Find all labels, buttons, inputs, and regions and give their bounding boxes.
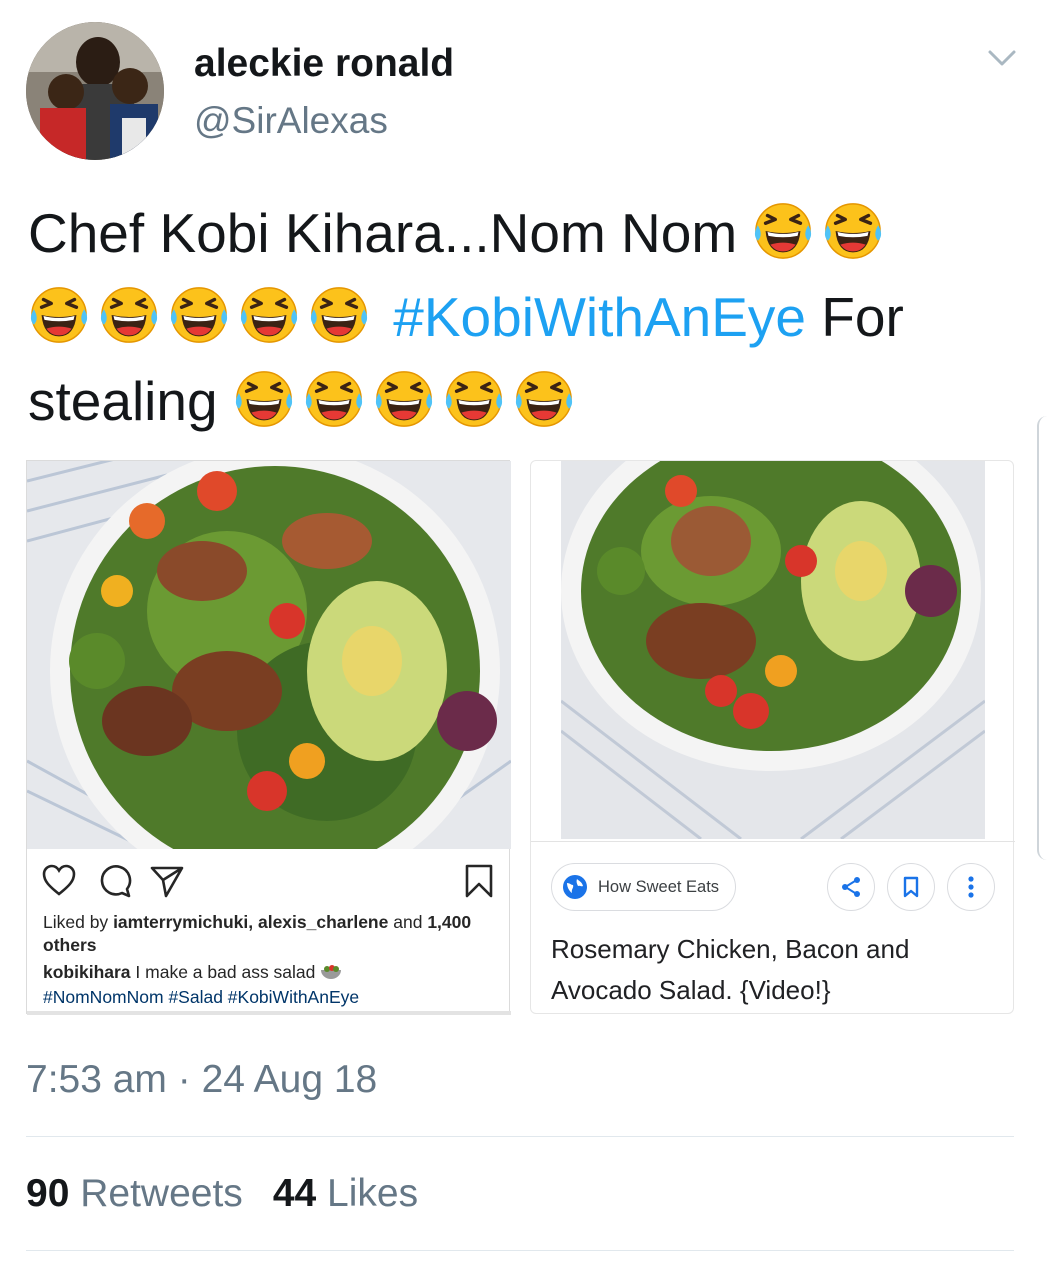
scroll-edge (1037, 416, 1057, 860)
tweet-text-part2: For (821, 286, 904, 348)
laughing-emoji-icon (238, 284, 300, 346)
likes-count[interactable]: 1,400 (427, 912, 471, 932)
laughing-emoji-icon (308, 284, 370, 346)
tweet-text-part3: stealing (28, 370, 218, 432)
laughing-emoji-icon (752, 200, 814, 262)
bookmark-icon[interactable] (461, 863, 497, 899)
laughing-emoji-icon (443, 368, 505, 430)
google-result-screenshot-image[interactable]: How Sweet Eats Rosemary Chicken, Bacon a… (530, 460, 1015, 1014)
likes-count-total: 44 (272, 1172, 317, 1215)
globe-icon (563, 875, 587, 899)
share-icon[interactable] (149, 863, 185, 899)
avatar[interactable] (26, 22, 164, 160)
source-chip[interactable]: How Sweet Eats (551, 863, 737, 911)
likes-and: and (393, 912, 423, 932)
tweet-timestamp[interactable]: 7:53 am · 24 Aug 18 (26, 1058, 377, 1102)
instagram-screenshot-image[interactable]: Liked by iamterrymichuki, alexis_charlen… (26, 460, 511, 1015)
caption-username[interactable]: kobikihara (43, 962, 131, 982)
salad-emoji-icon (320, 963, 342, 986)
instagram-likes: Liked by iamterrymichuki, alexis_charlen… (43, 911, 493, 957)
emoji-group-1 (752, 200, 892, 280)
likes-label: Likes (327, 1172, 419, 1215)
retweets-label: Retweets (80, 1172, 243, 1215)
user-handle[interactable]: @SirAlexas (194, 100, 388, 142)
likes-link[interactable]: 44 Likes (273, 1172, 418, 1215)
more-vertical-icon (968, 876, 974, 898)
instagram-action-bar (41, 863, 501, 903)
heart-icon[interactable] (41, 863, 77, 899)
retweets-count: 90 (26, 1172, 70, 1215)
result-title[interactable]: Rosemary Chicken, Bacon and Avocado Sala… (551, 929, 991, 1011)
laughing-emoji-icon (233, 368, 295, 430)
instagram-card-bottom-divider (27, 1011, 511, 1015)
instagram-caption: kobikihara I make a bad ass salad #NomNo… (43, 961, 493, 1009)
bookmark-icon (903, 876, 919, 898)
comment-icon[interactable] (97, 863, 133, 899)
emoji-group-2 (28, 284, 378, 364)
laughing-emoji-icon (28, 284, 90, 346)
share-button[interactable] (827, 863, 875, 911)
laughing-emoji-icon (373, 368, 435, 430)
laughing-emoji-icon (303, 368, 365, 430)
emoji-group-3 (233, 368, 583, 448)
card-divider (531, 841, 1015, 842)
salad-photo-2 (561, 461, 985, 839)
divider (26, 1136, 1014, 1137)
more-options-button[interactable] (947, 863, 995, 911)
tweet-stats: 90 Retweets 44 Likes (26, 1172, 418, 1216)
laughing-emoji-icon (168, 284, 230, 346)
laughing-emoji-icon (98, 284, 160, 346)
retweets-link[interactable]: 90 Retweets (26, 1172, 243, 1215)
divider-bottom (26, 1250, 1014, 1251)
caption-text: I make a bad ass salad (135, 962, 316, 982)
laughing-emoji-icon (822, 200, 884, 262)
laughing-emoji-icon (513, 368, 575, 430)
salad-photo (27, 461, 511, 849)
tweet-text-part1: Chef Kobi Kihara...Nom Nom (28, 202, 738, 264)
likes-users[interactable]: iamterrymichuki, alexis_charlene (113, 912, 388, 932)
source-name: How Sweet Eats (598, 877, 720, 896)
display-name[interactable]: aleckie ronald (194, 42, 454, 86)
chevron-down-icon[interactable] (986, 46, 1018, 70)
tweet-text: Chef Kobi Kihara...Nom Nom #KobiWithAnEy… (28, 196, 1028, 448)
likes-suffix[interactable]: others (43, 935, 96, 955)
save-button[interactable] (887, 863, 935, 911)
caption-hashtags[interactable]: #NomNomNom #Salad #KobiWithAnEye (43, 987, 359, 1007)
hashtag-link[interactable]: #KobiWithAnEye (393, 286, 806, 348)
likes-prefix: Liked by (43, 912, 109, 932)
share-icon (842, 877, 860, 897)
